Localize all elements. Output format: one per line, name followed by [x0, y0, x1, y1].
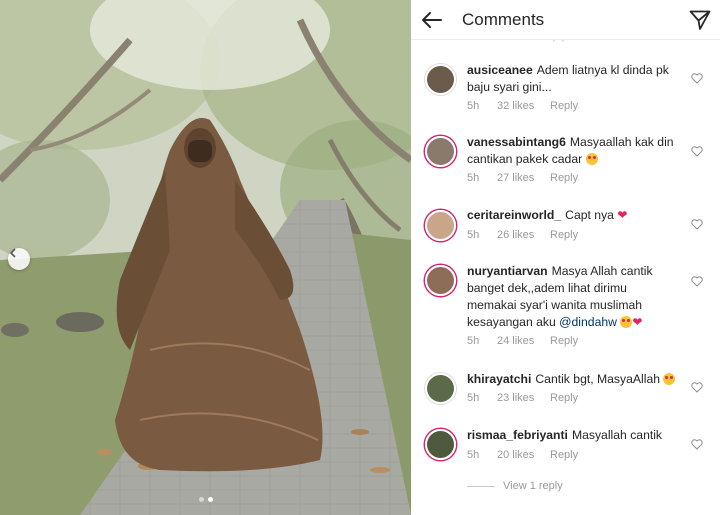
red-heart-emoji-icon: ❤ [632, 315, 643, 329]
heart-eyes-emoji-icon [663, 373, 676, 385]
post-photo [0, 0, 411, 515]
avatar[interactable] [425, 64, 456, 95]
back-arrow-icon[interactable] [419, 8, 445, 32]
comment-body: Masyallah cantik [571, 428, 663, 442]
comment-text: ausiceanee Adem liatnya kl dinda pk baju … [467, 62, 679, 96]
carousel-dot-active [208, 497, 213, 502]
reply-button[interactable]: Reply [550, 100, 578, 112]
comments-header: Comments [411, 0, 720, 40]
avatar[interactable] [425, 373, 456, 404]
like-heart-icon[interactable] [691, 73, 703, 84]
like-heart-icon[interactable] [691, 382, 703, 393]
carousel-dot [199, 497, 204, 502]
like-heart-icon[interactable] [691, 276, 703, 287]
avatar[interactable] [425, 136, 456, 167]
heart-eyes-emoji-icon [585, 153, 598, 165]
comment-text: rismaa_febriyanti Masyallah cantik [467, 427, 679, 444]
comment-text: vanessabintang6 Masyaallah kak din cantik… [467, 134, 679, 168]
comment-username[interactable]: nuryantiarvan [467, 264, 548, 278]
comment-meta: 5h 24 likes Reply [467, 335, 578, 347]
view-replies-label[interactable]: View 1 reply [503, 480, 563, 492]
carousel-indicator [199, 497, 213, 502]
comment-likes[interactable]: 24 likes [497, 335, 550, 347]
comment-meta: 5h 26 likes Reply [467, 229, 578, 241]
comment-body: Capt nya [565, 208, 614, 222]
page-title: Comments [462, 10, 545, 29]
avatar[interactable] [425, 265, 456, 296]
comment-username[interactable]: ausiceanee [467, 63, 533, 77]
like-heart-icon[interactable] [691, 146, 703, 157]
comment-meta: 5h 32 likes Reply [467, 100, 578, 112]
reply-button[interactable]: Reply [550, 335, 578, 347]
reply-button[interactable]: Reply [550, 392, 578, 404]
comment-likes[interactable]: 27 likes [497, 172, 550, 184]
avatar[interactable] [425, 429, 456, 460]
comment-username[interactable]: ceritareinworld_ [467, 208, 561, 222]
comment-time: 5h [467, 172, 480, 184]
comment-username[interactable]: vanessabintang6 [467, 135, 566, 149]
comment-meta: 5h 27 likes Reply [467, 172, 578, 184]
comment-text: ceritareinworld_ Capt nya ❤ [467, 207, 679, 224]
comment-username[interactable]: khirayatchi [467, 372, 531, 386]
red-heart-emoji-icon: ❤ [617, 208, 628, 222]
like-heart-icon[interactable] [691, 439, 703, 450]
send-direct-icon[interactable] [688, 8, 712, 32]
comment-text: khirayatchi Cantik bgt, MasyaAllah [467, 371, 679, 388]
mention-link[interactable]: @dindahw [559, 315, 617, 329]
photo-scene [0, 0, 411, 515]
comment-meta: 5h 23 likes Reply [467, 392, 578, 404]
comment-likes[interactable]: 32 likes [497, 100, 550, 112]
comment-username[interactable]: rismaa_febriyanti [467, 428, 568, 442]
comment-meta: 5h 20 likes Reply [467, 449, 578, 461]
reply-divider-line [467, 485, 495, 487]
comment-time: 5h [467, 392, 480, 404]
comment-time: 5h [467, 449, 480, 461]
like-heart-icon[interactable] [691, 219, 703, 230]
comment-likes[interactable]: 20 likes [497, 449, 550, 461]
chevron-left-icon [9, 248, 16, 258]
heart-eyes-emoji-icon [620, 316, 633, 328]
previous-photo-button[interactable] [8, 248, 30, 270]
comment-time: 5h [467, 100, 480, 112]
avatar[interactable] [425, 210, 456, 241]
comment-time: 5h [467, 229, 480, 241]
comments-panel: View 1 reply Comments ausiceaneeAdem lia… [411, 0, 720, 515]
comment-body: Cantik bgt, MasyaAllah [535, 372, 661, 386]
reply-button[interactable]: Reply [550, 172, 578, 184]
reply-button[interactable]: Reply [550, 449, 578, 461]
comment-likes[interactable]: 26 likes [497, 229, 550, 241]
view-replies-link[interactable]: View 1 reply [467, 480, 563, 492]
comment-likes[interactable]: 23 likes [497, 392, 550, 404]
reply-button[interactable]: Reply [550, 229, 578, 241]
comment-time: 5h [467, 335, 480, 347]
comment-text: nuryantiarvan Masya Allah cantik banget d… [467, 263, 679, 331]
